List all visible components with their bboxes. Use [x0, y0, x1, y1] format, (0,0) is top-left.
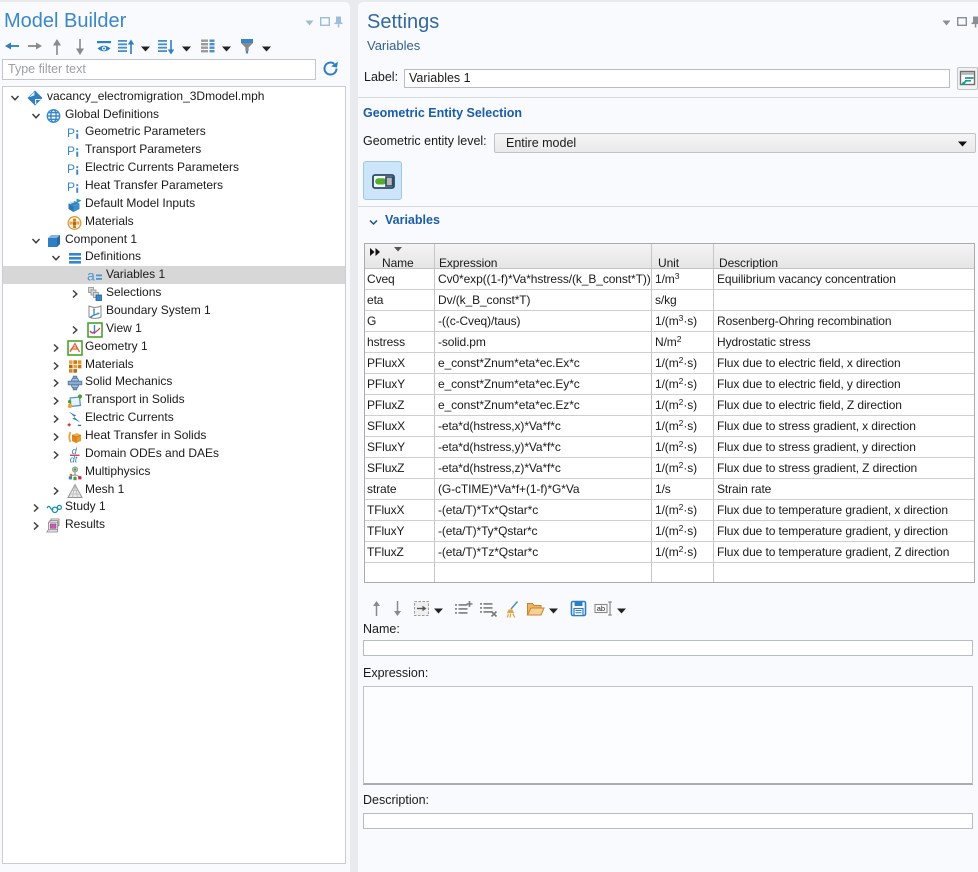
svg-text:P: P — [67, 144, 75, 158]
svg-text:P: P — [67, 126, 75, 140]
svg-text:ab: ab — [597, 604, 605, 613]
svg-text:P: P — [67, 180, 75, 194]
svg-text:a: a — [87, 268, 95, 284]
svg-text:P: P — [67, 162, 75, 176]
